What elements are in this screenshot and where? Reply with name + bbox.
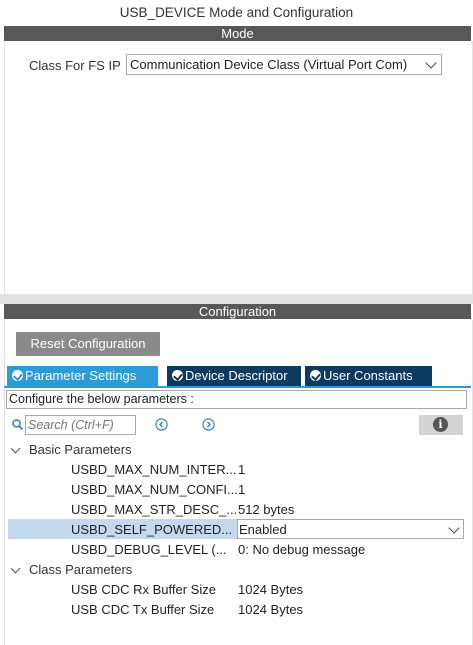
self-powered-select[interactable]: Enabled: [237, 519, 464, 539]
tab-parameter-settings[interactable]: Parameter Settings: [7, 366, 158, 386]
param-name[interactable]: USB CDC Tx Buffer Size: [71, 602, 214, 617]
check-circle-icon: [12, 370, 23, 381]
info-button[interactable]: i: [419, 415, 463, 435]
check-circle-icon: [310, 370, 321, 381]
reset-configuration-button[interactable]: Reset Configuration: [16, 332, 160, 356]
param-value: 1024 Bytes: [238, 602, 304, 617]
group-class-parameters[interactable]: Class Parameters: [29, 562, 132, 577]
param-name[interactable]: USB CDC Rx Buffer Size: [71, 582, 216, 597]
chevron-down-icon: [425, 57, 437, 69]
param-name[interactable]: USBD_SELF_POWERED...: [71, 522, 232, 537]
param-name[interactable]: USBD_MAX_NUM_INTER...: [71, 462, 236, 477]
check-circle-icon: [172, 370, 183, 381]
param-value: 0: No debug message: [238, 542, 366, 557]
instruction-text: Configure the below parameters :: [6, 390, 467, 409]
circle-chevron-right-icon[interactable]: [202, 418, 215, 431]
search-input[interactable]: [28, 417, 132, 433]
search-icon: [12, 419, 23, 430]
chevron-down-icon: [448, 522, 460, 534]
class-for-fs-ip-value: Communication Device Class (Virtual Port…: [130, 57, 408, 72]
class-for-fs-ip-select[interactable]: Communication Device Class (Virtual Port…: [126, 54, 442, 75]
param-value: 512 bytes: [238, 502, 295, 517]
search-field[interactable]: [25, 415, 136, 435]
param-value: 1: [238, 482, 246, 497]
class-for-fs-ip-label: Class For FS IP: [29, 58, 121, 73]
param-value: 1: [238, 462, 246, 477]
configuration-header: Configuration: [4, 304, 471, 319]
panel-splitter[interactable]: [0, 294, 473, 304]
param-name[interactable]: USBD_MAX_STR_DESC_...: [71, 502, 237, 517]
tab-label: Parameter Settings: [25, 368, 137, 383]
mode-panel: [4, 41, 473, 294]
mode-header: Mode: [4, 26, 471, 41]
param-name[interactable]: USBD_DEBUG_LEVEL (...: [71, 542, 227, 557]
info-icon: i: [433, 417, 448, 432]
circle-chevron-left-icon[interactable]: [155, 418, 168, 431]
tab-label: User Constants: [323, 368, 413, 383]
param-name[interactable]: USBD_MAX_NUM_CONFI...: [71, 482, 238, 497]
tab-label: Device Descriptor: [185, 368, 288, 383]
group-basic-parameters[interactable]: Basic Parameters: [29, 442, 132, 457]
tab-user-constants[interactable]: User Constants: [305, 366, 432, 386]
tab-device-descriptor[interactable]: Device Descriptor: [167, 366, 301, 386]
window-title: USB_DEVICE Mode and Configuration: [0, 0, 473, 25]
param-value: Enabled: [239, 522, 287, 537]
param-value: 1024 Bytes: [238, 582, 304, 597]
tab-underline: [4, 386, 471, 388]
